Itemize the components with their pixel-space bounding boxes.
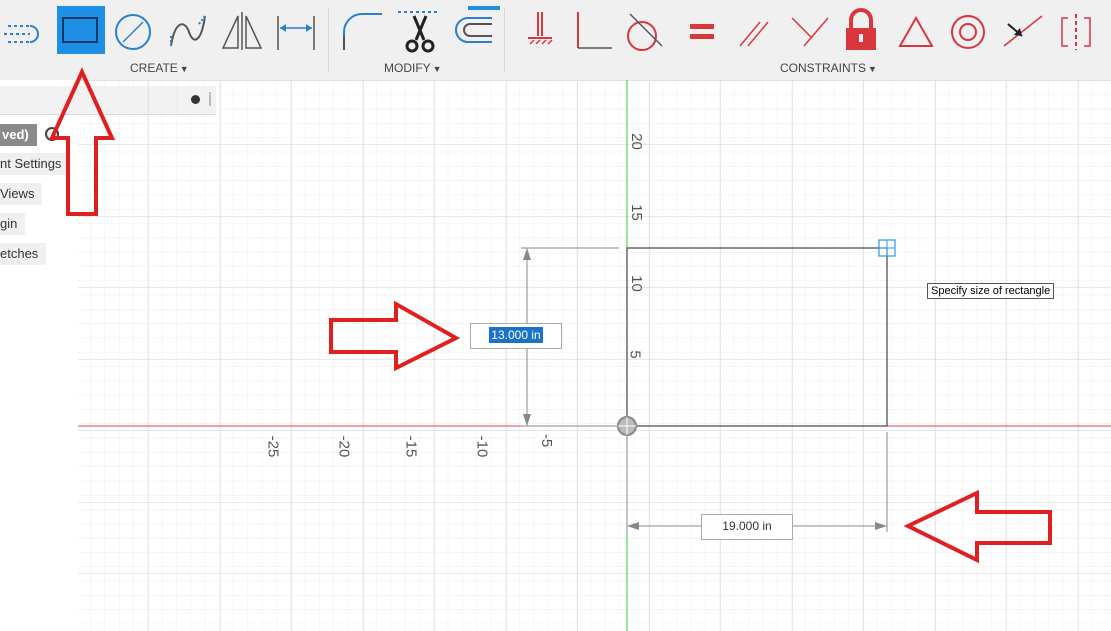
height-dimension-input[interactable]: 13.000 in [470, 323, 562, 349]
tree-item-label: gin [0, 216, 18, 231]
height-dimension-value: 13.000 in [489, 327, 543, 343]
width-dimension-value: 19.000 in [722, 519, 772, 533]
dimension-tool-button[interactable] [272, 6, 320, 54]
modify-menu-label: MODIFY [384, 61, 431, 75]
fix-constraint-button[interactable] [518, 6, 562, 54]
spline-tool-button[interactable] [163, 6, 211, 54]
tree-item-document[interactable]: ved) [0, 124, 37, 146]
tree-item-named-views[interactable]: Views [0, 183, 43, 205]
perpendicular-constraint-button[interactable] [568, 6, 616, 54]
toolbar-divider [328, 8, 329, 72]
concentric-icon [951, 15, 985, 49]
x-tick-label: -25 [264, 435, 282, 458]
tree-item-label: etches [0, 246, 39, 261]
trim-tool-button[interactable] [394, 6, 444, 54]
chevron-down-icon: ▼ [432, 64, 442, 74]
y-tick-label: 15 [627, 204, 645, 221]
x-tick-label: -20 [335, 435, 353, 458]
mirror-icon [221, 12, 263, 50]
concentric-constraint-button[interactable] [946, 6, 990, 54]
y-tick-label: 5 [626, 350, 644, 359]
sketch-canvas[interactable]: -25 -20 -15 -10 -5 20 15 10 5 [78, 80, 1111, 631]
mirror-tool-button[interactable] [219, 6, 265, 54]
constraints-menu-label: CONSTRAINTS [780, 61, 867, 75]
create-menu[interactable]: CREATE ▼ [130, 61, 189, 75]
tangent-icon [627, 13, 663, 51]
chevron-down-icon: ▼ [868, 64, 877, 74]
sketch-toolbar: CREATE ▼ MODIFY ▼ CONSTRAINTS ▼ [0, 0, 1111, 81]
sketch-grid [78, 80, 1111, 631]
perpendicular-icon [577, 12, 612, 49]
offset-icon [455, 6, 500, 43]
equal-constraint-button[interactable] [680, 6, 724, 54]
lock-icon [846, 8, 876, 50]
circle-icon [115, 14, 151, 50]
create-menu-label: CREATE [130, 61, 178, 75]
scissors-icon [398, 11, 440, 53]
x-tick-label: -15 [402, 435, 420, 458]
coincident-constraint-button[interactable] [784, 6, 832, 54]
tree-item-origin[interactable]: gin [0, 213, 26, 235]
tangent-constraint-button[interactable] [622, 6, 670, 54]
fillet-icon [343, 13, 382, 50]
constraints-menu[interactable]: CONSTRAINTS ▼ [780, 61, 877, 75]
parallel-constraint-button[interactable] [732, 6, 776, 54]
slot-tool-button[interactable] [0, 6, 52, 54]
tree-item-document-settings[interactable]: nt Settings [0, 153, 70, 175]
tree-item-label: Views [0, 186, 35, 201]
fillet-tool-button[interactable] [338, 6, 388, 54]
triangle-constraint-button[interactable] [894, 6, 938, 54]
toolbar-divider [504, 8, 505, 72]
fix-icon [528, 12, 553, 45]
slot-icon [4, 25, 39, 43]
lock-constraint-button[interactable] [840, 6, 882, 54]
rectangle-tool-button[interactable] [57, 6, 105, 54]
visibility-icon[interactable] [45, 127, 59, 141]
modify-menu[interactable]: MODIFY ▼ [384, 61, 442, 75]
tooltip: Specify size of rectangle [927, 283, 1055, 299]
spline-icon [170, 15, 206, 47]
triangle-icon [898, 15, 934, 47]
tree-item-sketches[interactable]: etches [0, 243, 47, 265]
midpoint-icon [1003, 15, 1043, 47]
y-tick-label: 10 [627, 275, 645, 292]
symmetry-icon [1061, 14, 1091, 50]
chevron-down-icon: ▼ [179, 64, 189, 74]
midpoint-constraint-button[interactable] [998, 6, 1046, 54]
x-tick-label: -10 [473, 435, 491, 458]
tree-item-label: nt Settings [0, 156, 62, 171]
dimension-icon [277, 16, 315, 50]
coincident-icon [791, 17, 829, 47]
symmetry-constraint-button[interactable] [1054, 6, 1098, 54]
width-dimension-input[interactable]: 19.000 in [701, 514, 793, 540]
parallel-icon [739, 21, 769, 47]
x-tick-label: -5 [538, 433, 556, 448]
equal-icon [690, 24, 714, 39]
rectangle-icon [57, 6, 105, 54]
offset-tool-button[interactable] [450, 6, 500, 54]
y-tick-label: 20 [627, 133, 645, 150]
circle-tool-button[interactable] [110, 6, 156, 54]
tree-item-label: ved) [2, 127, 29, 142]
